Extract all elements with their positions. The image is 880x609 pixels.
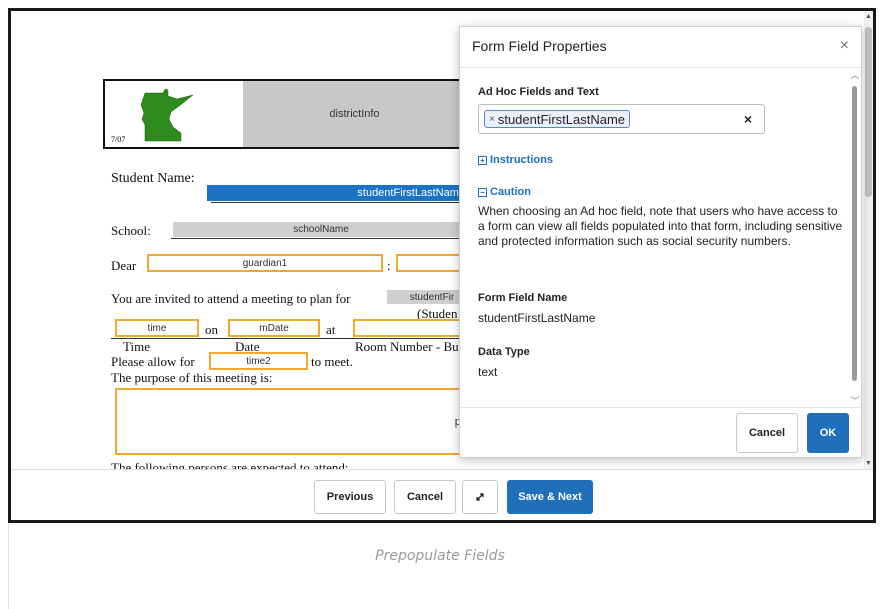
student-name-label: Student Name: [111,171,195,186]
caution-text: When choosing an Ad hoc field, note that… [478,204,843,248]
document-scroll-thumb[interactable] [865,27,872,197]
school-underline [171,238,469,239]
dialog-title: Form Field Properties [472,38,607,54]
on-label: on [205,322,218,337]
clear-icon[interactable]: × [744,111,752,127]
save-next-button[interactable]: Save & Next [507,480,593,514]
dialog-body: Ad Hoc Fields and Text × studentFirstLas… [460,68,848,407]
guardian-field[interactable]: guardian1 [147,254,383,272]
collapse-minus-icon: − [478,187,487,197]
date-field[interactable]: mDate [228,319,320,337]
adhoc-label: Ad Hoc Fields and Text [478,86,599,98]
field-name-label: Form Field Name [478,292,568,304]
room-caption: Room Number - Bu [355,339,459,354]
expand-plus-icon: + [478,155,487,165]
student-name-underline [211,202,469,203]
close-icon[interactable]: × [840,37,849,55]
to-meet-label: to meet. [311,354,353,369]
figure-caption: Prepopulate Fields [375,548,505,564]
persons-label: The following persons are expected to at… [111,460,349,469]
minnesota-map-icon [140,88,194,142]
allow-label: Please allow for [111,354,195,369]
time-field[interactable]: time [115,319,199,337]
chip-remove-icon[interactable]: × [489,114,495,125]
dear-label: Dear [111,258,137,273]
invite-text: You are invited to attend a meeting to p… [111,291,351,306]
scroll-up-icon[interactable]: ▲ [864,13,873,20]
previous-button[interactable]: Previous [314,480,386,514]
document-scrollbar[interactable]: ▲ ▼ [864,11,873,469]
chevron-up-icon[interactable]: ︿ [849,68,861,81]
district-info-field[interactable]: districtInfo [243,81,466,147]
adhoc-field-select[interactable]: × studentFirstLastName × [478,104,765,134]
time-caption: Time [123,339,150,354]
dialog-cancel-button[interactable]: Cancel [736,413,798,453]
scroll-down-icon[interactable]: ▼ [864,460,873,467]
school-name-field[interactable]: schoolName [173,222,469,237]
student-name-field[interactable]: studentFirstLastName [207,185,469,201]
dialog-scroll-thumb[interactable] [852,86,857,381]
chevron-down-icon[interactable]: ﹀ [849,394,861,407]
form-toolbar: Previous Cancel Save & Next [11,469,873,520]
chip-value: studentFirstLastName [497,111,626,127]
caution-label: Caution [490,186,531,198]
expand-button[interactable] [462,480,498,514]
purpose-label: The purpose of this meeting is: [111,370,273,385]
cancel-button[interactable]: Cancel [394,480,456,514]
time2-field[interactable]: time2 [209,352,308,370]
instructions-toggle[interactable]: + Instructions [478,154,553,166]
dialog-scrollbar[interactable]: ︿ ﹀ [849,68,861,407]
data-type-value: text [478,365,498,379]
data-type-label: Data Type [478,346,530,358]
dialog-header: Form Field Properties × [460,27,861,68]
document-header: 7/07 districtInfo [103,79,468,149]
colon-label: : [387,258,391,273]
side-rule [8,523,9,609]
purpose-field[interactable]: pu [115,388,477,455]
caution-toggle[interactable]: − Caution [478,186,531,198]
state-logo: 7/07 [105,81,244,147]
instructions-label: Instructions [490,154,553,166]
field-name-value: studentFirstLastName [478,311,596,325]
expand-icon [476,493,484,501]
form-field-properties-dialog: Form Field Properties × Ad Hoc Fields an… [459,26,862,458]
dialog-footer: Cancel OK [460,407,861,460]
revision-label: 7/07 [111,135,126,144]
selected-chip: × studentFirstLastName [484,110,631,128]
at-label: at [326,322,336,337]
school-label: School: [111,223,151,238]
dialog-ok-button[interactable]: OK [807,413,849,453]
